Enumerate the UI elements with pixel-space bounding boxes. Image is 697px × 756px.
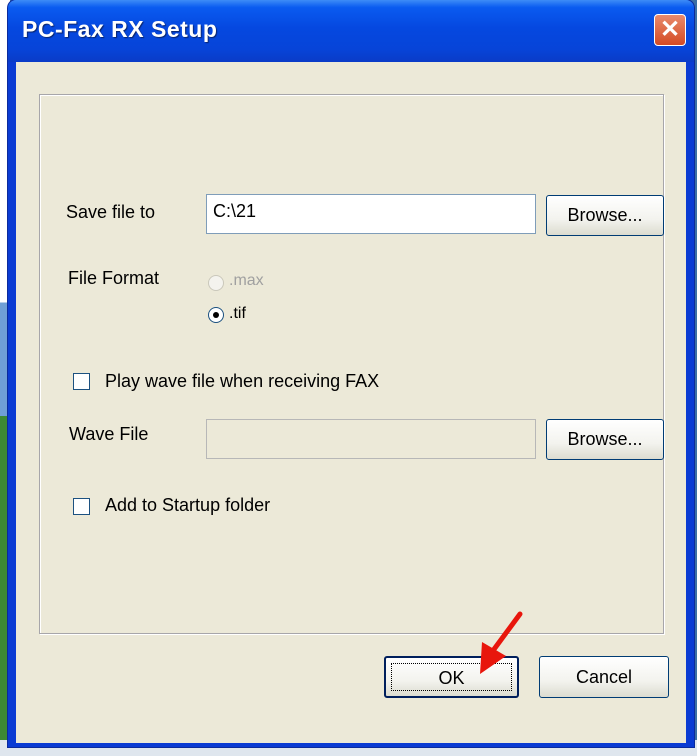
save-file-label: Save file to xyxy=(66,202,156,222)
browse-wave-button[interactable]: Browse... xyxy=(546,419,664,460)
title-bar[interactable]: PC-Fax RX Setup ✕ xyxy=(8,0,694,62)
radio-max[interactable] xyxy=(208,275,224,291)
pc-fax-setup-dialog: PC-Fax RX Setup ✕ Save file to C:\21 Bro… xyxy=(8,0,694,747)
play-wave-checkbox[interactable] xyxy=(73,373,90,390)
radio-max-label: .max xyxy=(229,272,264,289)
file-format-label: File Format xyxy=(68,268,160,288)
startup-checkbox[interactable] xyxy=(73,498,90,515)
wave-file-input[interactable] xyxy=(206,419,536,459)
browse-save-button[interactable]: Browse... xyxy=(546,195,664,236)
close-button[interactable]: ✕ xyxy=(654,14,686,46)
dialog-title: PC-Fax RX Setup xyxy=(22,16,218,42)
radio-selected-dot xyxy=(213,312,219,318)
radio-tif[interactable] xyxy=(208,307,224,323)
play-wave-label: Play wave file when receiving FAX xyxy=(105,371,380,391)
settings-group xyxy=(39,94,664,634)
startup-label: Add to Startup folder xyxy=(105,495,271,515)
radio-tif-label: .tif xyxy=(229,305,246,322)
close-icon: ✕ xyxy=(659,16,681,43)
red-arrow-icon xyxy=(480,611,523,674)
dialog-body: Save file to C:\21 Browse... File Format… xyxy=(16,62,686,743)
cancel-button[interactable]: Cancel xyxy=(539,656,669,698)
save-file-input[interactable]: C:\21 xyxy=(206,194,536,234)
wave-file-label: Wave File xyxy=(69,424,149,444)
